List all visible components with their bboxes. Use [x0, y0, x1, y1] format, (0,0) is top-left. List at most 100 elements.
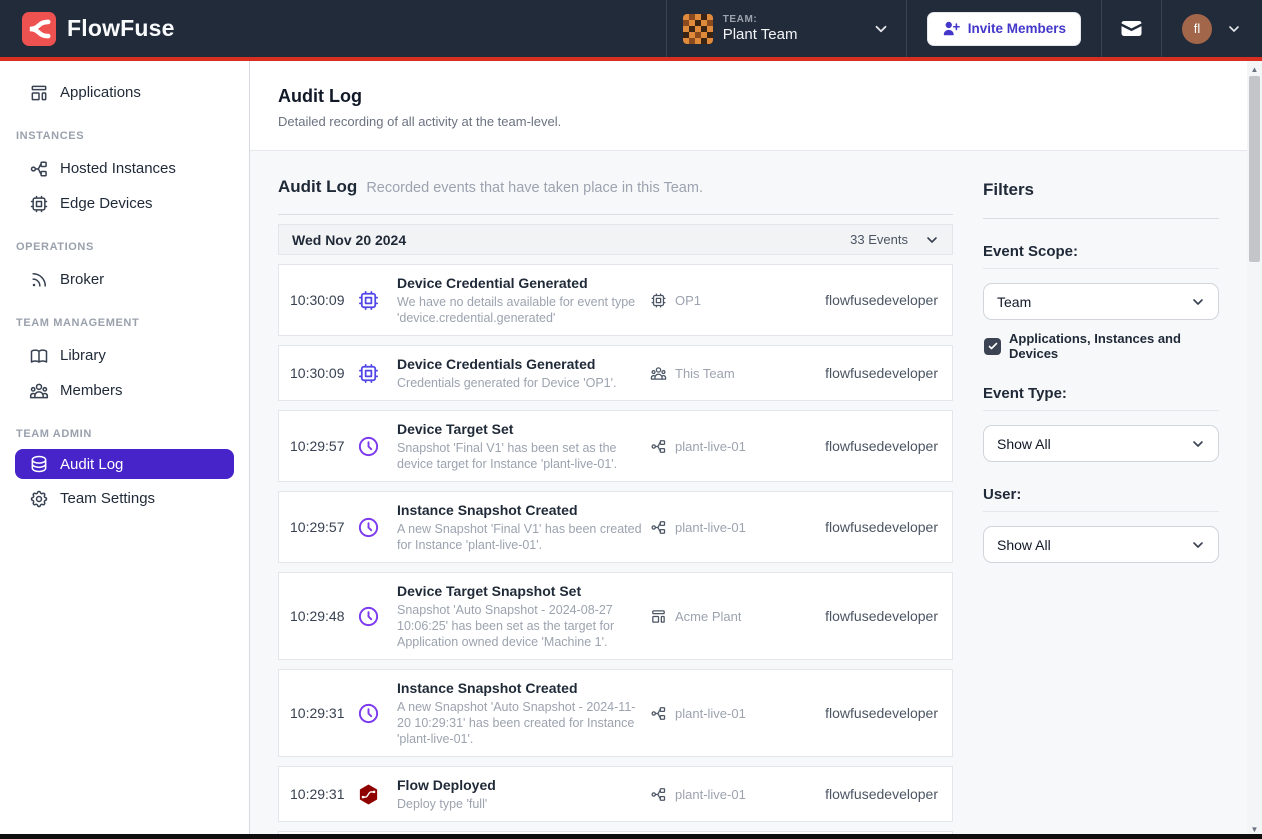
event-time: 10:30:09 [290, 292, 353, 308]
audit-section: Audit Log Recorded events that have take… [250, 150, 1247, 839]
event-type-select[interactable]: Show All [983, 425, 1219, 462]
filter-user: User: Show All [983, 486, 1219, 563]
event-time: 10:30:09 [290, 365, 353, 381]
filter-label: User: [983, 486, 1219, 512]
chip-icon [357, 289, 380, 312]
audit-event-row: 10:30:09 Device Credential GeneratedWe ha… [278, 264, 953, 336]
event-type-value: Show All [997, 436, 1051, 452]
sidebar-item-label: Audit Log [60, 456, 123, 473]
sidebar: ApplicationsINSTANCESHosted InstancesEdg… [0, 61, 250, 839]
user-select[interactable]: Show All [983, 526, 1219, 563]
event-scope: plant-live-01 [650, 519, 818, 536]
event-title: Instance Snapshot Created [397, 501, 644, 519]
sidebar-item-library[interactable]: Library [0, 338, 249, 373]
date-group-header[interactable]: Wed Nov 20 2024 33 Events [278, 224, 953, 255]
sidebar-item-audit-log[interactable]: Audit Log [15, 449, 234, 479]
event-user: flowfusedeveloper [818, 608, 938, 624]
navbar-right: TEAM: Plant Team Invite Members fl [666, 0, 1262, 57]
event-scope-label: plant-live-01 [675, 520, 746, 535]
notifications-button[interactable] [1101, 0, 1161, 57]
vertical-scrollbar[interactable]: ▲ ▼ [1247, 61, 1262, 839]
event-icon-wrap [353, 362, 397, 385]
event-description: Deploy type 'full' [397, 796, 644, 812]
filters-panel: Filters Event Scope: Team Applications, … [983, 177, 1219, 587]
chevron-down-icon[interactable] [1226, 21, 1242, 37]
sidebar-item-applications[interactable]: Applications [0, 75, 249, 110]
nodered-icon [357, 783, 380, 806]
event-user: flowfusedeveloper [818, 292, 938, 308]
instance-icon [650, 438, 667, 455]
sidebar-item-label: Broker [60, 271, 104, 288]
event-body: Device Target Snapshot SetSnapshot 'Auto… [397, 582, 650, 650]
scroll-up-arrow[interactable]: ▲ [1247, 62, 1262, 77]
brand-name: FlowFuse [67, 15, 175, 42]
event-time: 10:29:48 [290, 608, 353, 624]
chevron-down-icon [1190, 537, 1206, 553]
event-title: Flow Deployed [397, 776, 644, 794]
accent-divider [0, 57, 1262, 61]
template-icon [29, 83, 49, 103]
window-bottom-edge [0, 834, 1262, 839]
event-user: flowfusedeveloper [818, 519, 938, 535]
clock-icon [357, 435, 380, 458]
book-icon [29, 346, 49, 366]
event-scope-value: Team [997, 294, 1031, 310]
sidebar-item-broker[interactable]: Broker [0, 262, 249, 297]
team-label: TEAM: [723, 14, 798, 26]
sidebar-item-team-settings[interactable]: Team Settings [0, 481, 249, 516]
brand[interactable]: FlowFuse [0, 0, 175, 57]
include-children-row: Applications, Instances and Devices [984, 331, 1219, 361]
chevron-down-icon[interactable] [872, 20, 890, 38]
sidebar-item-label: Team Settings [60, 490, 155, 507]
check-icon [987, 340, 999, 352]
sidebar-section-header: OPERATIONS [16, 241, 233, 253]
sidebar-item-hosted-instances[interactable]: Hosted Instances [0, 151, 249, 186]
event-user: flowfusedeveloper [818, 705, 938, 721]
event-body: Device Target SetSnapshot 'Final V1' has… [397, 420, 650, 472]
user-avatar[interactable]: fl [1182, 14, 1212, 44]
event-scope: plant-live-01 [650, 786, 818, 803]
user-menu[interactable]: fl [1161, 0, 1262, 57]
event-icon-wrap [353, 435, 397, 458]
event-scope: Acme Plant [650, 608, 818, 625]
chevron-down-icon[interactable] [924, 232, 940, 248]
filters-title: Filters [983, 180, 1219, 200]
team-avatar [683, 14, 713, 44]
user-add-icon [942, 20, 960, 38]
filter-label: Event Type: [983, 385, 1219, 411]
event-scope-select[interactable]: Team [983, 283, 1219, 320]
event-body: Instance Snapshot CreatedA new Snapshot … [397, 501, 650, 553]
instance-icon [650, 705, 667, 722]
chip-icon [357, 362, 380, 385]
include-children-checkbox[interactable] [984, 338, 1001, 355]
event-description: Snapshot 'Final V1' has been set as the … [397, 440, 644, 472]
sidebar-section-header: TEAM MANAGEMENT [16, 317, 233, 329]
sidebar-item-label: Library [60, 347, 106, 364]
clock-icon [357, 702, 380, 725]
invite-members-button[interactable]: Invite Members [927, 12, 1081, 46]
gear-icon [29, 489, 49, 509]
sidebar-item-members[interactable]: Members [0, 373, 249, 408]
team-selector[interactable]: TEAM: Plant Team [666, 0, 906, 57]
clock-icon [357, 516, 380, 539]
event-icon-wrap [353, 702, 397, 725]
event-title: Instance Snapshot Created [397, 679, 644, 697]
audit-event-row: 10:29:57Device Target SetSnapshot 'Final… [278, 410, 953, 482]
event-scope: This Team [650, 365, 818, 382]
event-body: Device Credential GeneratedWe have no de… [397, 274, 650, 326]
scrollbar-thumb[interactable] [1249, 76, 1260, 262]
top-navbar: FlowFuse TEAM: Plant Team Invite Members… [0, 0, 1262, 57]
audit-event-row: 10:29:31Flow DeployedDeploy type 'full'p… [278, 766, 953, 822]
audit-event-row: 10:29:57Instance Snapshot CreatedA new S… [278, 491, 953, 563]
event-scope: plant-live-01 [650, 438, 818, 455]
team-meta: TEAM: Plant Team [723, 14, 798, 43]
event-user: flowfusedeveloper [818, 365, 938, 381]
sidebar-item-edge-devices[interactable]: Edge Devices [0, 186, 249, 221]
event-rows: 10:30:09 Device Credential GeneratedWe ha… [278, 264, 953, 839]
event-scope-label: OP1 [675, 293, 701, 308]
event-user: flowfusedeveloper [818, 438, 938, 454]
audit-event-row: 10:29:48 Device Target Snapshot SetSnapsh… [278, 572, 953, 660]
event-scope-label: This Team [675, 366, 735, 381]
page-subtitle: Detailed recording of all activity at th… [278, 114, 1219, 129]
users-icon [29, 381, 49, 401]
